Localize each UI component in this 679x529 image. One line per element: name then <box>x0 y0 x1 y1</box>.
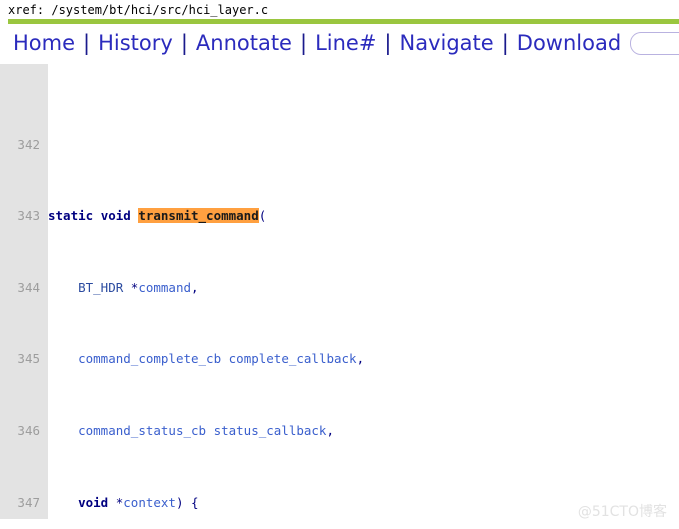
code-text: BT_HDR *command, <box>78 279 199 295</box>
nav-item-navigate[interactable]: Navigate <box>399 32 495 54</box>
nav-separator: | <box>384 30 392 55</box>
nav-separator: | <box>180 30 188 55</box>
search-input[interactable] <box>630 31 679 55</box>
nav-separator: | <box>83 30 91 55</box>
line-number[interactable]: 345 <box>0 350 40 368</box>
line-number[interactable]: 343 <box>0 207 40 225</box>
code-line-343: 343 static void transmit_command( <box>0 207 679 225</box>
nav-separator: | <box>299 30 308 55</box>
line-number[interactable]: 346 <box>0 422 40 440</box>
source-code-viewer[interactable]: 342 343 static void transmit_command( 344… <box>0 64 679 519</box>
line-number[interactable]: 344 <box>0 279 40 297</box>
code-text: command_complete_cb complete_callback, <box>78 351 365 367</box>
code-line-344: 344 BT_HDR *command, <box>0 279 679 297</box>
nav-item-home[interactable]: Home <box>12 32 76 54</box>
symbol-definition-highlight[interactable]: transmit_command <box>138 208 259 224</box>
main-navigation: Home | History | Annotate | Line# | Navi… <box>0 24 679 62</box>
code-line-342: 342 <box>0 136 679 154</box>
nav-item-history[interactable]: History <box>97 32 174 54</box>
xref-breadcrumb: xref: /system/bt/hci/src/hci_layer.c <box>0 0 679 19</box>
nav-item-linenum[interactable]: Line# <box>314 32 377 54</box>
nav-item-annotate[interactable]: Annotate <box>195 32 293 54</box>
code-line-347: 347 void *context) { <box>0 494 679 512</box>
code-text: static void transmit_command( <box>48 208 267 224</box>
line-number[interactable]: 342 <box>0 136 40 154</box>
xref-label: xref: <box>8 3 45 17</box>
line-number[interactable]: 347 <box>0 494 40 512</box>
nav-item-download[interactable]: Download <box>516 32 622 54</box>
code-text: void *context) { <box>78 494 199 510</box>
code-line-346: 346 command_status_cb status_callback, <box>0 422 679 440</box>
xref-file-path[interactable]: /system/bt/hci/src/hci_layer.c <box>51 3 268 17</box>
nav-separator: | <box>501 30 509 55</box>
code-text: command_status_cb status_callback, <box>78 423 334 439</box>
code-line-345: 345 command_complete_cb complete_callbac… <box>0 350 679 368</box>
